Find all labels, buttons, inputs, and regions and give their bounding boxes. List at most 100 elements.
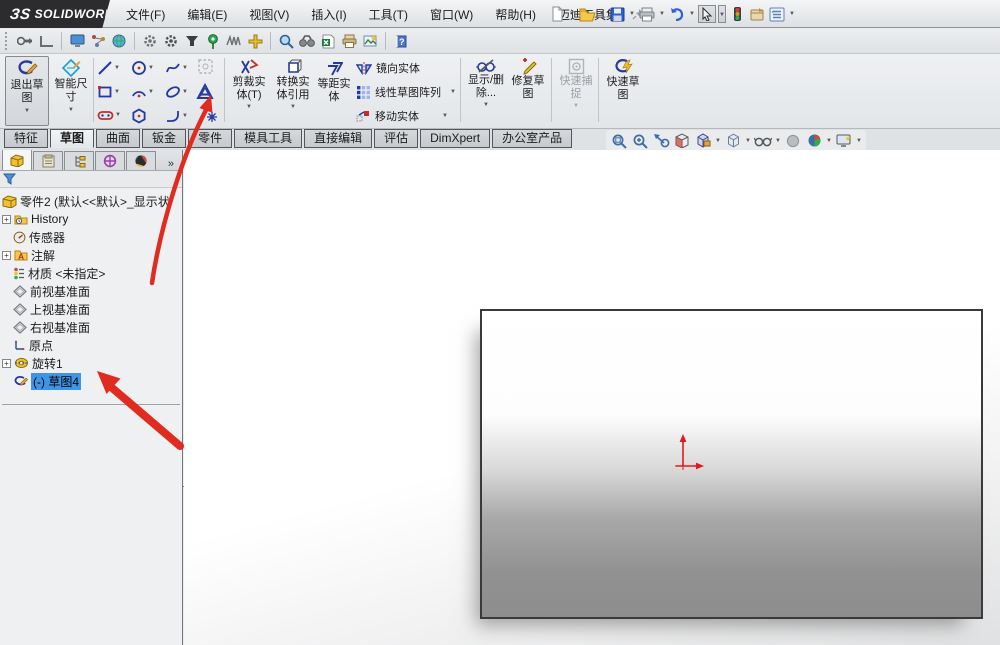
tree-item-revolve1[interactable]: + 旋转1 [0,354,182,372]
panel-chevron-icon[interactable]: » [168,158,174,170]
slot-tool-button[interactable]: ▼ [97,108,122,122]
toolbar-grip[interactable] [5,32,10,50]
save-icon[interactable] [608,5,626,23]
rectangle-tool-button[interactable]: ▼ [97,84,121,100]
hide-show-items-icon[interactable] [753,131,773,150]
tab-mold-tools[interactable]: 模具工具 [234,129,303,148]
trim-entities-button[interactable]: 剪裁实体(T) ▼ [227,58,271,110]
tree-item-annotations[interactable]: + A 注解 [0,246,182,264]
tree-item-top-plane[interactable]: 上视基准面 [0,300,182,318]
display-delete-relations-button[interactable]: 显示/删除... ▼ [465,58,507,108]
exit-sketch-button[interactable]: 退出草图 ▼ [5,56,49,126]
smart-dimension-dropdown-icon[interactable]: ▼ [67,107,75,113]
tab-sheet-metal[interactable]: 钣金 [142,129,187,148]
undo-dropdown-icon[interactable]: ▼ [688,11,696,17]
offset-entities-button[interactable]: 等距实体 [314,62,354,104]
search-icon[interactable] [277,32,295,50]
rollback-bar[interactable] [2,404,180,405]
fillet-tool-button[interactable]: ▼ [165,108,189,124]
binoculars-icon[interactable] [298,32,316,50]
tab-evaluate[interactable]: 评估 [374,129,419,148]
save-dropdown-icon[interactable]: ▼ [628,11,636,17]
zoom-fit-icon[interactable] [609,131,629,150]
tree-item-sensors[interactable]: 传感器 [0,228,182,246]
expand-icon[interactable]: + [2,214,11,224]
open-dropdown-icon[interactable]: ▼ [598,11,606,17]
arc-dropdown-icon[interactable]: ▼ [147,89,155,95]
propertymanager-tab[interactable] [33,151,63,170]
text-tool-button[interactable] [196,83,214,101]
configurationmanager-tab[interactable] [64,151,94,170]
sketch-origin-icon[interactable] [670,430,708,474]
tree-item-history[interactable]: + History [0,210,182,228]
file-properties-icon[interactable] [748,5,766,23]
linear-pattern-dropdown-icon[interactable]: ▼ [449,89,457,95]
menu-help[interactable]: 帮助(H) [487,3,544,26]
previous-view-icon[interactable] [651,131,671,150]
mirror-entities-button[interactable]: 镜向实体 [356,60,420,76]
menu-edit[interactable]: 编辑(E) [179,3,235,26]
angle-icon[interactable] [37,32,55,50]
excel-export-icon[interactable] [319,32,337,50]
polygon-tool-button[interactable] [131,108,147,124]
undo-icon[interactable] [668,5,686,23]
tab-office-products[interactable]: 办公室产品 [492,129,573,148]
tree-item-sketch4[interactable]: (-) 草图4 [0,372,182,390]
pin-green-icon[interactable] [204,32,222,50]
pipe-fitting-icon[interactable] [246,32,264,50]
model-face[interactable] [480,309,983,619]
print-icon[interactable] [638,5,656,23]
tree-item-origin[interactable]: 原点 [0,336,182,354]
gear-icon[interactable] [141,32,159,50]
expand-icon[interactable]: + [2,358,11,368]
menu-window[interactable]: 窗口(W) [422,3,481,26]
options-icon[interactable] [768,5,786,23]
menu-insert[interactable]: 插入(I) [303,3,354,26]
point-tool-button[interactable] [206,111,218,123]
menu-tools[interactable]: 工具(T) [361,3,416,26]
section-view-icon[interactable] [672,131,692,150]
tree-item-material[interactable]: 材质 <未指定> [0,264,182,282]
featuremanager-tab[interactable] [2,150,32,170]
tree-item-right-plane[interactable]: 右视基准面 [0,318,182,336]
spring-icon[interactable] [225,32,243,50]
convert-dropdown-icon[interactable]: ▼ [289,104,297,110]
view-settings-icon[interactable] [834,131,854,150]
globe-icon[interactable] [110,32,128,50]
convert-entities-button[interactable]: 转换实体引用 ▼ [271,58,315,110]
print-batch-icon[interactable] [340,32,358,50]
ellipse-dropdown-icon[interactable]: ▼ [181,89,189,95]
fastener-icon[interactable] [16,32,34,50]
tab-features[interactable]: 特征 [4,129,49,148]
circle-tool-button[interactable]: ▼ [131,60,155,76]
tree-item-front-plane[interactable]: 前视基准面 [0,282,182,300]
slot-dropdown-icon[interactable]: ▼ [114,112,122,118]
tab-sketch[interactable]: 草图 [50,129,95,148]
options-dropdown-icon[interactable]: ▼ [788,11,796,17]
image-export-icon[interactable] [361,32,379,50]
dimxpertmanager-tab[interactable] [95,151,125,170]
tab-direct-editing[interactable]: 直接编辑 [304,129,373,148]
move-entities-button[interactable]: 移动实体 ▼ [356,108,449,124]
apply-scene-dropdown-icon[interactable]: ▼ [825,138,833,144]
menu-file[interactable]: 文件(F) [118,3,173,26]
print-dropdown-icon[interactable]: ▼ [658,11,666,17]
gear-dark-icon[interactable] [162,32,180,50]
arc-tool-button[interactable]: ▼ [131,84,155,100]
display-style-dropdown-icon[interactable]: ▼ [744,138,752,144]
menu-view[interactable]: 视图(V) [241,3,297,26]
displaymanager-tab[interactable] [126,151,156,170]
display-delete-dropdown-icon[interactable]: ▼ [482,102,490,108]
display-style-icon[interactable] [723,131,743,150]
spline-tool-button[interactable]: ▼ [165,60,189,76]
help-book-icon[interactable]: ? [392,32,410,50]
funnel-dark-icon[interactable] [183,32,201,50]
linear-pattern-button[interactable]: 线性草图阵列 ▼ [356,84,457,100]
trim-dropdown-icon[interactable]: ▼ [245,104,253,110]
exit-sketch-dropdown-icon[interactable]: ▼ [23,108,31,114]
move-entities-dropdown-icon[interactable]: ▼ [441,113,449,119]
view-orientation-icon[interactable] [693,131,713,150]
rectangle-dropdown-icon[interactable]: ▼ [113,89,121,95]
apply-scene-icon[interactable] [804,131,824,150]
tree-root[interactable]: 零件2 (默认<<默认>_显示状 [0,192,182,210]
